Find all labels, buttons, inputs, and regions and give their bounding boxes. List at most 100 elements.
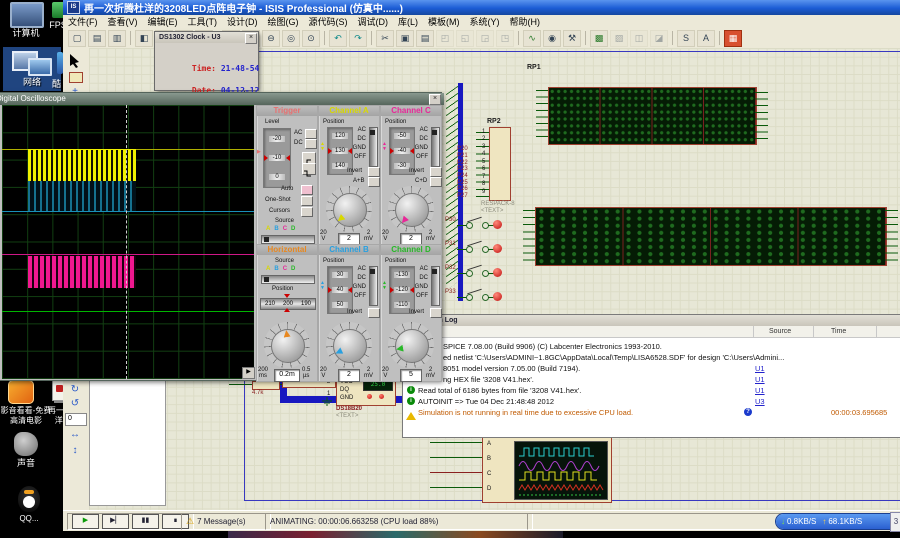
step-button[interactable]: ▶▏ <box>102 514 129 529</box>
led-matrix-2[interactable] <box>535 207 887 266</box>
key-p32[interactable]: P32 <box>445 263 505 285</box>
block-copy-icon[interactable]: ◰ <box>436 30 454 47</box>
rotate-cw-icon[interactable]: ↻ <box>67 384 83 397</box>
menu-design[interactable]: 设计(D) <box>222 15 263 28</box>
channel-c-sum-button[interactable] <box>430 177 442 187</box>
oscilloscope-part[interactable]: A B C D <box>482 437 612 503</box>
messages-panel[interactable]: ⚠ 7 Message(s) <box>181 513 271 530</box>
channel-c-gain-knob[interactable] <box>388 186 434 232</box>
auto-button[interactable] <box>301 185 313 195</box>
cut-icon[interactable]: ✂ <box>376 30 394 47</box>
ds1302-close-icon[interactable]: × <box>245 33 257 44</box>
log-col-source[interactable]: Source <box>769 326 791 337</box>
channel-b-invert-button[interactable] <box>368 308 380 318</box>
channel-d-position-scale[interactable]: -130-120-110 <box>389 266 415 314</box>
led-matrix-1[interactable] <box>548 87 757 145</box>
menu-template[interactable]: 模板(M) <box>423 15 465 28</box>
block-rotate-icon[interactable]: ◲ <box>476 30 494 47</box>
channel-a-coupling-slider[interactable] <box>369 127 378 167</box>
trigger-dc-button[interactable] <box>305 139 317 149</box>
oscilloscope-title[interactable]: Digital Oscilloscope <box>0 93 444 105</box>
channel-d-gain-knob[interactable] <box>388 322 434 368</box>
channel-b-position-scale[interactable]: 304050 <box>327 266 353 314</box>
rotate-ccw-icon[interactable]: ↺ <box>67 398 83 411</box>
timebase-knob[interactable] <box>264 322 310 368</box>
zoom-area-icon[interactable]: ⊙ <box>302 30 320 47</box>
trigger-level-scale[interactable]: -20-100 <box>263 128 291 188</box>
channel-d-coupling-slider[interactable] <box>431 266 440 306</box>
new-sheet-icon[interactable]: ▩ <box>590 30 608 47</box>
ares-pcb-icon[interactable]: ▦ <box>724 30 742 47</box>
flip-vertical-icon[interactable]: ↕ <box>67 445 83 458</box>
channel-a-sum-button[interactable] <box>368 177 380 187</box>
channel-b-gain-knob[interactable] <box>326 322 372 368</box>
resistor-4k7[interactable] <box>252 381 280 390</box>
menu-library[interactable]: 库(L) <box>393 15 423 28</box>
channel-a-invert-button[interactable] <box>368 167 380 177</box>
channel-b-coupling-slider[interactable] <box>369 266 378 306</box>
goto-sheet-icon[interactable]: ◪ <box>650 30 668 47</box>
trigger-source-slider[interactable] <box>261 235 315 244</box>
block-delete-icon[interactable]: ◳ <box>496 30 514 47</box>
video-app-icon[interactable] <box>8 380 34 404</box>
simulation-log-title[interactable]: Simulation Log <box>403 315 900 326</box>
time-cursor[interactable] <box>126 105 127 379</box>
save-icon[interactable]: ▥ <box>108 30 126 47</box>
display-scroll-arrow[interactable]: ▶ <box>242 367 255 379</box>
qq-icon[interactable] <box>18 486 40 512</box>
open-file-icon[interactable]: ▤ <box>88 30 106 47</box>
channel-d-invert-button[interactable] <box>430 308 442 318</box>
widget-sliver[interactable]: 3 <box>890 512 900 532</box>
undo-icon[interactable]: ↶ <box>329 30 347 47</box>
isis-titlebar[interactable]: IS 再一次折腾杜洋的3208LED点阵电子钟 - ISIS Professio… <box>63 0 900 15</box>
menu-view[interactable]: 查看(V) <box>103 15 143 28</box>
channel-c-coupling-slider[interactable] <box>431 127 440 167</box>
computer-icon[interactable] <box>10 2 44 28</box>
zoom-out-icon[interactable]: ⊖ <box>262 30 280 47</box>
pause-button[interactable]: ▮▮ <box>132 514 159 529</box>
remove-sheet-icon[interactable]: ▨ <box>610 30 628 47</box>
menu-edit[interactable]: 编辑(E) <box>143 15 183 28</box>
log-col-time[interactable]: Time <box>831 326 846 337</box>
log-source-link[interactable]: U1 <box>755 364 765 373</box>
menu-debug[interactable]: 调试(D) <box>353 15 394 28</box>
one-shot-button[interactable] <box>301 196 313 206</box>
import-icon[interactable]: ◧ <box>135 30 153 47</box>
network-speed-widget[interactable]: ↓ 0.8KB/S ↑ 68.1KB/S <box>776 514 898 529</box>
trigger-ac-button[interactable] <box>305 129 317 139</box>
play-button[interactable]: ▶ <box>72 514 99 529</box>
copy-icon[interactable]: ▣ <box>396 30 414 47</box>
selection-cursor-icon[interactable] <box>69 54 81 68</box>
redo-icon[interactable]: ↷ <box>349 30 367 47</box>
ds1302-popup-title[interactable]: DS1302 Clock - U3 <box>155 32 258 43</box>
log-source-link[interactable]: U3 <box>755 397 765 406</box>
horizontal-position-scale[interactable]: 210200190 <box>260 294 314 312</box>
help-icon[interactable]: ? <box>744 408 752 416</box>
exit-parent-icon[interactable]: ◫ <box>630 30 648 47</box>
flip-horizontal-icon[interactable]: ↔ <box>67 429 83 442</box>
key-p30[interactable]: P30 <box>445 215 505 237</box>
trigger-edge-falling-button[interactable] <box>302 163 316 175</box>
component-mode-icon[interactable] <box>69 72 83 83</box>
paste-icon[interactable]: ▤ <box>416 30 434 47</box>
log-source-link[interactable]: U1 <box>755 375 765 384</box>
oscilloscope-close-icon[interactable]: × <box>429 94 441 105</box>
menu-help[interactable]: 帮助(H) <box>505 15 546 28</box>
new-file-icon[interactable]: ▢ <box>68 30 86 47</box>
channel-c-invert-button[interactable] <box>430 167 442 177</box>
auto-wire-icon[interactable]: ∿ <box>523 30 541 47</box>
rp2-body[interactable] <box>489 127 511 201</box>
zoom-all-icon[interactable]: ◎ <box>282 30 300 47</box>
source-editor-icon[interactable]: S <box>677 30 695 47</box>
search-tag-icon[interactable]: ◉ <box>543 30 561 47</box>
channel-a-gain-knob[interactable] <box>326 186 372 232</box>
menu-file[interactable]: 文件(F) <box>63 15 103 28</box>
attach-source-icon[interactable]: A <box>697 30 715 47</box>
menu-source[interactable]: 源代码(S) <box>304 15 353 28</box>
horizontal-source-slider[interactable] <box>261 275 315 284</box>
log-source-link[interactable]: U1 <box>755 386 765 395</box>
block-move-icon[interactable]: ◱ <box>456 30 474 47</box>
rotation-angle-input[interactable]: 0 <box>65 413 87 426</box>
object-selector-panel[interactable] <box>89 378 166 506</box>
property-tool-icon[interactable]: ⚒ <box>563 30 581 47</box>
